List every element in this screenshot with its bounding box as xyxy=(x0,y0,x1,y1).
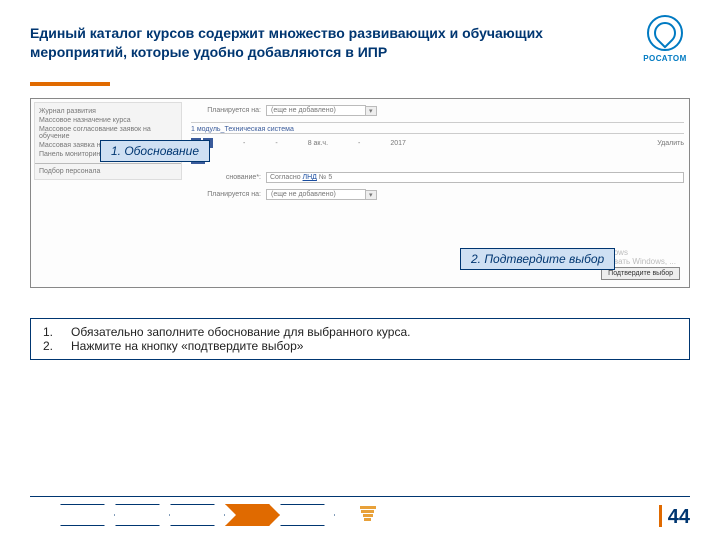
plan-label: Планируется на: xyxy=(191,107,261,114)
sidebar-item[interactable]: Массовое согласование заявок на обучение xyxy=(39,125,177,141)
step-icon xyxy=(60,504,115,526)
justif-text: № 5 xyxy=(317,174,332,181)
step-icon xyxy=(280,504,335,526)
callout-confirm: 2. Подтвердите выбор xyxy=(460,248,615,270)
funnel-icon xyxy=(360,506,376,526)
module-hours: 8 ак.ч. xyxy=(308,140,328,147)
instr-text: Нажмите на кнопку «подтвердите выбор» xyxy=(71,339,303,353)
logo-icon xyxy=(647,15,683,51)
sidebar-item[interactable]: Подбор персонала xyxy=(35,163,181,175)
logo-label: РОСАТОМ xyxy=(643,54,686,63)
page-title: Единый каталог курсов содержит множество… xyxy=(30,24,640,60)
step-icon xyxy=(170,504,225,526)
progress-chevrons xyxy=(60,504,335,526)
justif-link[interactable]: ЛНД xyxy=(303,174,317,181)
step-icon-active xyxy=(225,504,280,526)
callout-justification: 1. Обоснование xyxy=(100,140,210,162)
accent-line xyxy=(30,82,110,86)
plan-label-2: Планируется на: xyxy=(191,191,261,198)
plan-select[interactable]: (еще не добавлено) xyxy=(266,105,366,116)
chevron-down-icon[interactable]: ▾ xyxy=(365,190,377,200)
instr-num: 1. xyxy=(43,325,71,339)
justif-text: Согласно xyxy=(270,174,303,181)
instr-num: 2. xyxy=(43,339,71,353)
sidebar-item[interactable]: Журнал развития xyxy=(39,107,177,116)
group-icon xyxy=(191,154,684,164)
rosatom-logo: РОСАТОМ xyxy=(640,15,690,70)
instructions-box: 1.Обязательно заполните обоснование для … xyxy=(30,318,690,360)
instr-text: Обязательно заполните обоснование для вы… xyxy=(71,325,410,339)
page-number: 44 xyxy=(659,505,690,530)
module-delete[interactable]: Удалить xyxy=(657,140,684,147)
chevron-down-icon[interactable]: ▾ xyxy=(365,106,377,116)
step-icon xyxy=(115,504,170,526)
module-year: 2017 xyxy=(390,140,406,147)
justification-label: снование*: xyxy=(191,174,261,181)
footer: 44 xyxy=(30,496,690,530)
sidebar-item[interactable]: Массовое назначение курса xyxy=(39,116,177,125)
module-title: 1 модуль_Техническая система xyxy=(191,126,684,133)
justification-input[interactable]: Согласно ЛНД № 5 xyxy=(266,172,684,183)
plan-select-2[interactable]: (еще не добавлено) xyxy=(266,189,366,200)
